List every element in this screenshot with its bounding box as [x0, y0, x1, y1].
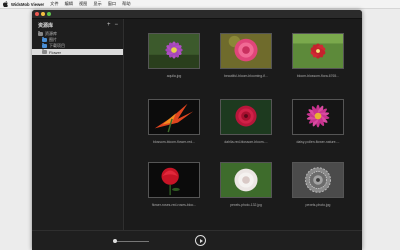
folder-tree: 资源库 图片 下载项目 Flower	[32, 31, 123, 55]
photo-thumbnail[interactable]: daisy-pollen-flower-nature-...	[290, 99, 346, 144]
photo-grid: aquila.jpg beautiful-bloom-blooming-fl..…	[125, 19, 362, 230]
photo-thumbnail[interactable]: blossom-bloom-flower-red...	[146, 99, 202, 144]
photo-image[interactable]	[148, 162, 200, 198]
photo-thumbnail[interactable]: pexels-photo-132.jpg	[218, 162, 274, 207]
menu-help[interactable]: 帮助	[122, 1, 130, 7]
slideshow-play-button[interactable]	[195, 235, 206, 246]
photo-image[interactable]	[292, 33, 344, 69]
folder-icon	[42, 43, 47, 48]
photo-caption: daisy-pollen-flower-nature-...	[296, 140, 340, 144]
menu-display[interactable]: 显示	[93, 1, 101, 7]
bottom-toolbar	[32, 230, 362, 250]
zoom-slider-track[interactable]	[115, 241, 149, 242]
photo-thumbnail[interactable]: beautiful-bloom-blooming-fl...	[218, 33, 274, 78]
photo-thumbnail[interactable]: bloom-blossom-flora-6765...	[290, 33, 346, 78]
photo-caption: aquila.jpg	[166, 74, 182, 78]
app-name-menu[interactable]: WidsMob Viewer	[11, 2, 44, 7]
folder-icon	[42, 37, 47, 42]
photo-image[interactable]	[292, 162, 344, 198]
photo-image[interactable]	[292, 99, 344, 135]
photo-image[interactable]	[220, 162, 272, 198]
photo-image[interactable]	[220, 33, 272, 69]
menu-view[interactable]: 视图	[79, 1, 87, 7]
photo-caption: pexels-photo-132.jpg	[230, 203, 262, 207]
photo-image[interactable]	[220, 99, 272, 135]
photo-thumbnail[interactable]: pexels-photo.jpg	[290, 162, 346, 207]
sidebar: 资源库 + − 资源库 图片 下载项目 Flower	[32, 19, 124, 230]
minimize-window-button[interactable]	[41, 12, 45, 16]
menu-edit[interactable]: 编辑	[65, 1, 73, 7]
photo-thumbnail[interactable]: dahlia-red-blossom-bloom-...	[218, 99, 274, 144]
photo-thumbnail[interactable]: aquila.jpg	[146, 33, 202, 78]
sidebar-title: 资源库	[38, 22, 54, 29]
tree-item-label: 下载项目	[49, 43, 65, 48]
remove-folder-button[interactable]: −	[114, 22, 118, 28]
menu-window[interactable]: 窗口	[108, 1, 116, 7]
zoom-slider-handle[interactable]	[113, 239, 117, 243]
photo-caption: blossom-bloom-flower-red...	[152, 140, 196, 144]
menu-bar: WidsMob Viewer 文件 编辑 视图 显示 窗口 帮助	[0, 0, 400, 9]
tree-item-label: Flower	[49, 49, 62, 55]
photo-caption: pexels-photo.jpg	[305, 203, 331, 207]
zoom-window-button[interactable]	[47, 12, 51, 16]
folder-icon	[38, 31, 43, 36]
photo-thumbnail[interactable]: flower-roses-red-roses-bloo...	[146, 162, 202, 207]
tree-item-flower[interactable]: Flower	[32, 49, 123, 55]
photo-image[interactable]	[148, 33, 200, 69]
sidebar-header: 资源库 + −	[32, 19, 123, 31]
photo-image[interactable]	[148, 99, 200, 135]
folder-icon	[42, 49, 47, 54]
close-window-button[interactable]	[35, 12, 39, 16]
photo-caption: flower-roses-red-roses-bloo...	[151, 203, 197, 207]
title-bar	[32, 10, 362, 19]
add-folder-button[interactable]: +	[107, 22, 111, 28]
photo-caption: beautiful-bloom-blooming-fl...	[224, 74, 268, 78]
menu-file[interactable]: 文件	[50, 1, 58, 7]
app-window: 资源库 + − 资源库 图片 下载项目 Flower aquila.jpg be…	[32, 10, 362, 250]
photo-caption: bloom-blossom-flora-6765...	[296, 74, 340, 78]
apple-icon[interactable]	[3, 1, 8, 7]
photo-caption: dahlia-red-blossom-bloom-...	[224, 140, 268, 144]
play-icon	[199, 238, 203, 243]
